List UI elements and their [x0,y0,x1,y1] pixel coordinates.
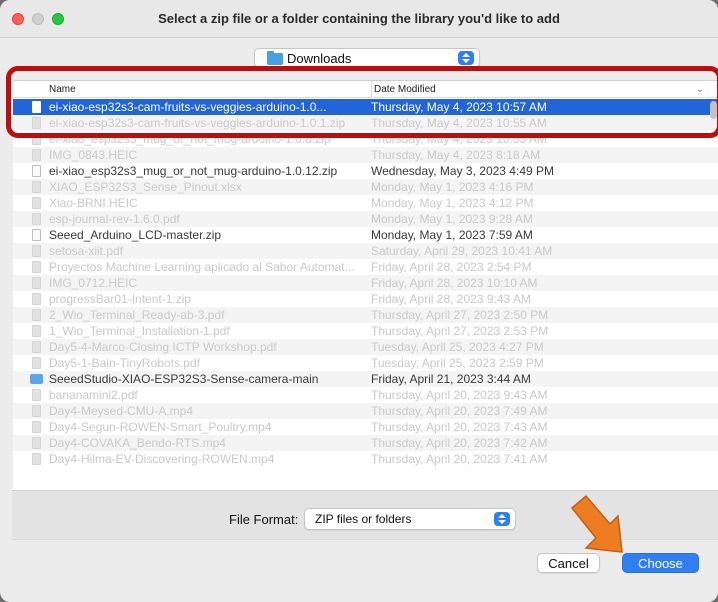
file-row[interactable]: Day5-1-Bain-TinyRobots.pdf Tuesday, April… [13,355,718,371]
popup-chevrons-icon [494,512,510,526]
image-file-icon [32,277,41,289]
file-name: bananamini2.pdf [49,388,138,402]
dialog-title: Select a zip file or a folder containing… [158,11,560,26]
video-file-icon [32,405,41,417]
file-row[interactable]: Day4-Meysed-CMU-A.mp4 Thursday, April 20,… [13,403,718,419]
file-name: Day4-Hilma-EV-Discovering-ROWEN.mp4 [49,452,275,466]
file-date-modified: Thursday, April 27, 2023 2:53 PM [371,324,549,338]
file-date-modified: Thursday, April 20, 2023 7:41 AM [371,452,548,466]
file-row[interactable]: Xiao-BRNI.HEIC Monday, May 1, 2023 4:12 P… [13,195,718,211]
library-chooser-dialog: Select a zip file or a folder containing… [0,0,718,602]
file-row[interactable]: XIAO_ESP32S3_Sense_Pinout.xlsx Monday, Ma… [13,179,718,195]
file-name: Day5-4-Marco-Closing ICTP Workshop.pdf [49,340,277,354]
file-name: Day4-COVAKA_Bendo-RTS.mp4 [49,436,226,450]
file-name: progressBar01-Intent-1.zip [49,292,192,306]
file-row[interactable]: Day4-COVAKA_Bendo-RTS.mp4 Thursday, April… [13,435,718,451]
zip-file-icon [32,229,41,241]
file-row[interactable]: Day4-Segun-ROWEN-Smart_Poultry.mp4 Thursd… [13,419,718,435]
file-format-value: ZIP files or folders [315,512,412,526]
file-name: Day5-1-Bain-TinyRobots.pdf [49,356,200,370]
title-bar: Select a zip file or a folder containing… [0,0,718,38]
pdf-file-icon [32,389,41,401]
file-date-modified: Friday, April 21, 2023 3:44 AM [371,372,531,386]
file-row[interactable]: ei-xiao_esp32s3_mug_or_not_mug-arduino-1… [13,163,718,179]
file-name: 2_Wio_Terminal_Ready-ab-3.pdf [49,308,225,322]
file-name: Xiao-BRNI.HEIC [49,196,138,210]
pdf-file-icon [32,245,41,257]
file-date-modified: Monday, May 1, 2023 4:12 PM [371,196,534,210]
spreadsheet-file-icon [32,181,41,193]
file-name: Day4-Segun-ROWEN-Smart_Poultry.mp4 [49,420,272,434]
file-date-modified: Thursday, April 20, 2023 7:43 AM [371,420,548,434]
video-file-icon [32,453,41,465]
folder-icon [267,51,283,65]
file-name: Seeed_Arduino_LCD-master.zip [49,228,222,242]
file-date-modified: Thursday, April 20, 2023 9:43 AM [371,388,548,402]
file-list[interactable]: Name Date Modified ⌄ ei-xiao-esp32s3-cam… [13,80,718,490]
pdf-file-icon [32,357,41,369]
video-file-icon [32,437,41,449]
annotation-highlight-box [6,66,718,138]
annotation-arrow-icon [570,494,623,553]
file-date-modified: Friday, April 28, 2023 2:54 PM [371,260,532,274]
file-row[interactable]: Day5-4-Marco-Closing ICTP Workshop.pdf Tu… [13,339,718,355]
file-row[interactable]: progressBar01-Intent-1.zip Friday, April … [13,291,718,307]
file-name: IMG_0843.HEIC [49,148,138,162]
file-name: Day4-Meysed-CMU-A.mp4 [49,404,194,418]
file-name: setosa-xiit.pdf [49,244,124,258]
file-name: IMG_0712.HEIC [49,276,138,290]
file-row[interactable]: 1_Wio_Terminal_Installation-1.pdf Thursda… [13,323,718,339]
file-format-popup-button[interactable]: ZIP files or folders [304,508,516,530]
file-date-modified: Thursday, May 4, 2023 8:18 AM [371,148,541,162]
file-date-modified: Monday, May 1, 2023 7:59 AM [371,228,533,242]
video-file-icon [32,421,41,433]
image-file-icon [32,197,41,209]
file-date-modified: Wednesday, May 3, 2023 4:49 PM [371,164,554,178]
file-name: XIAO_ESP32S3_Sense_Pinout.xlsx [49,180,242,194]
file-row[interactable]: IMG_0843.HEIC Thursday, May 4, 2023 8:18 … [13,147,718,163]
file-name: Proyectos Machine Learning aplicado al S… [49,260,355,274]
pdf-file-icon [32,325,41,337]
file-row[interactable]: bananamini2.pdf Thursday, April 20, 2023 … [13,387,718,403]
file-date-modified: Thursday, April 27, 2023 2:50 PM [371,308,549,322]
file-date-modified: Friday, April 28, 2023 10:10 AM [371,276,538,290]
pdf-file-icon [32,213,41,225]
zip-file-icon [32,165,41,177]
file-date-modified: Friday, April 28, 2023 9:43 AM [371,292,531,306]
pdf-file-icon [32,341,41,353]
file-date-modified: Monday, May 1, 2023 4:16 PM [371,180,534,194]
file-row[interactable]: Seeed_Arduino_LCD-master.zip Monday, May … [13,227,718,243]
location-popup-button[interactable]: Downloads [254,48,480,68]
file-date-modified: Saturday, April 29, 2023 10:41 AM [371,244,553,258]
popup-chevrons-icon [458,51,474,65]
file-row[interactable]: Proyectos Machine Learning aplicado al S… [13,259,718,275]
image-file-icon [32,149,41,161]
file-row[interactable]: Day4-Hilma-EV-Discovering-ROWEN.mp4 Thurs… [13,451,718,467]
file-date-modified: Tuesday, April 25, 2023 4:27 PM [371,340,544,354]
file-name: ei-xiao_esp32s3_mug_or_not_mug-arduino-1… [49,164,338,178]
file-row[interactable]: SeeedStudio-XIAO-ESP32S3-Sense-camera-ma… [13,371,718,387]
file-name: 1_Wio_Terminal_Installation-1.pdf [49,324,230,338]
location-label: Downloads [287,51,352,66]
file-format-label: File Format: [229,512,299,527]
pdf-file-icon [32,309,41,321]
file-date-modified: Thursday, April 20, 2023 7:42 AM [371,436,548,450]
file-row[interactable]: 2_Wio_Terminal_Ready-ab-3.pdf Thursday, A… [13,307,718,323]
zip-file-icon [32,293,41,305]
file-row[interactable]: IMG_0712.HEIC Friday, April 28, 2023 10:1… [13,275,718,291]
file-name: esp-journal-rev-1.6.0.pdf [49,212,180,226]
document-file-icon [32,261,41,273]
folder-icon [30,374,43,384]
file-name: SeeedStudio-XIAO-ESP32S3-Sense-camera-ma… [49,372,319,386]
file-date-modified: Monday, May 1, 2023 9:28 AM [371,212,533,226]
file-row[interactable]: setosa-xiit.pdf Saturday, April 29, 2023 … [13,243,718,259]
file-date-modified: Tuesday, April 25, 2023 2:59 PM [371,356,544,370]
file-date-modified: Thursday, April 20, 2023 7:49 AM [371,404,548,418]
file-row[interactable]: esp-journal-rev-1.6.0.pdf Monday, May 1, … [13,211,718,227]
